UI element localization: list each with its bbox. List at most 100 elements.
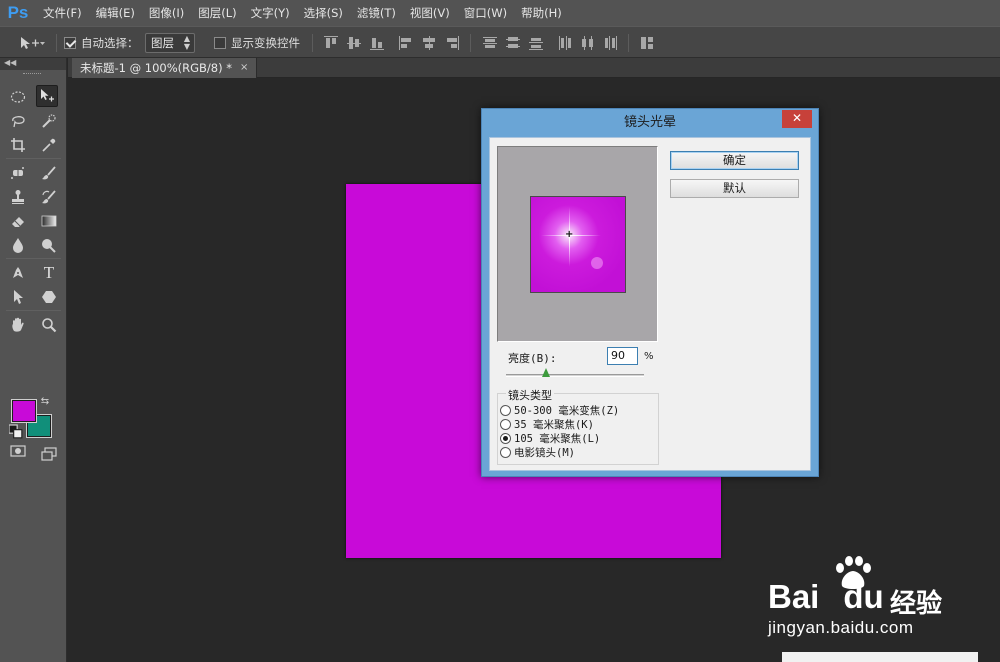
align-top-edges-icon[interactable] — [324, 36, 338, 50]
watermark-url: jingyan.baidu.com — [768, 618, 914, 637]
lens-type-radio[interactable] — [500, 447, 511, 458]
lens-type-option[interactable]: 105 毫米聚焦(L) — [500, 431, 600, 446]
spot-healing-brush-tool-icon[interactable] — [7, 162, 29, 184]
document-tab[interactable]: 未标题-1 @ 100%(RGB/8) * × — [72, 58, 258, 78]
elliptical-marquee-tool-icon[interactable] — [7, 86, 29, 108]
dialog-title[interactable]: 镜头光晕 — [482, 109, 818, 137]
screen-mode-icon[interactable] — [38, 443, 60, 465]
foreground-color-swatch[interactable] — [11, 399, 37, 423]
quick-selection-tool-icon[interactable] — [38, 110, 60, 132]
tool-divider — [6, 158, 61, 159]
eraser-tool-icon[interactable] — [7, 210, 29, 232]
tools-panel-header[interactable]: ◀◀ — [0, 58, 66, 70]
eyedropper-tool-icon[interactable] — [38, 134, 60, 156]
zoom-tool-icon[interactable] — [38, 314, 60, 336]
menu-window[interactable]: 窗口(W) — [457, 0, 514, 26]
align-bottom-edges-icon[interactable] — [370, 36, 384, 50]
pen-tool-icon[interactable] — [7, 262, 29, 284]
lens-type-option[interactable]: 35 毫米聚焦(K) — [500, 417, 594, 432]
move-tool-icon — [21, 37, 45, 49]
show-transform-checkbox[interactable] — [214, 37, 226, 49]
distribute-right-edges-icon[interactable] — [604, 36, 618, 50]
system-tray — [782, 652, 978, 662]
path-selection-tool-icon[interactable] — [7, 286, 29, 308]
ok-button[interactable]: 确定 — [670, 151, 799, 170]
lens-type-group: 镜头类型 50-300 毫米变焦(Z) 35 毫米聚焦(K) 105 毫米聚焦(… — [497, 387, 659, 465]
align-left-edges-icon[interactable] — [399, 36, 413, 50]
lens-type-label: 35 毫米聚焦(K) — [514, 419, 594, 431]
options-separator — [470, 34, 471, 52]
auto-select-checkbox[interactable] — [64, 37, 76, 49]
tools-panel: ◀◀ T ⇆ — [0, 58, 67, 662]
distribute-top-edges-icon[interactable] — [483, 36, 497, 50]
show-transform-option[interactable]: 显示变换控件 — [214, 27, 300, 59]
gradient-tool-icon[interactable] — [38, 210, 60, 232]
flare-preview-image[interactable]: + — [530, 196, 626, 293]
align-right-edges-icon[interactable] — [445, 36, 459, 50]
menu-type[interactable]: 文字(Y) — [244, 0, 297, 26]
dialog-close-button[interactable]: ✕ — [782, 110, 812, 128]
menu-filter[interactable]: 滤镜(T) — [350, 0, 403, 26]
lens-type-radio-selected[interactable] — [500, 433, 511, 444]
auto-select-label: 自动选择： — [81, 36, 139, 50]
menu-help[interactable]: 帮助(H) — [514, 0, 569, 26]
default-colors-icon[interactable] — [9, 424, 23, 439]
hand-tool-icon[interactable] — [7, 314, 29, 336]
menu-edit[interactable]: 编辑(E) — [89, 0, 142, 26]
collapse-panel-icon[interactable]: ◀◀ — [4, 58, 16, 67]
move-tool-icon[interactable] — [36, 85, 58, 107]
menu-bar: Ps 文件(F) 编辑(E) 图像(I) 图层(L) 文字(Y) 选择(S) 滤… — [0, 0, 1000, 26]
photoshop-window: Ps 文件(F) 编辑(E) 图像(I) 图层(L) 文字(Y) 选择(S) 滤… — [0, 0, 1000, 662]
distribute-horizontal-centers-icon[interactable] — [581, 36, 595, 50]
baidu-logo-text: Bai du — [768, 578, 884, 615]
type-tool-icon[interactable]: T — [38, 262, 60, 284]
options-separator — [312, 34, 313, 52]
close-tab-icon[interactable]: × — [240, 58, 248, 78]
menu-view[interactable]: 视图(V) — [403, 0, 457, 26]
menu-select[interactable]: 选择(S) — [297, 0, 350, 26]
dodge-tool-icon[interactable] — [38, 234, 60, 256]
lasso-tool-icon[interactable] — [7, 110, 29, 132]
options-separator — [628, 34, 629, 52]
lens-type-option[interactable]: 50-300 毫米变焦(Z) — [500, 403, 619, 418]
auto-align-layers-icon[interactable] — [641, 36, 655, 50]
history-brush-tool-icon[interactable] — [38, 186, 60, 208]
lens-type-legend: 镜头类型 — [506, 387, 554, 403]
menu-layer[interactable]: 图层(L) — [191, 0, 243, 26]
distribute-left-edges-icon[interactable] — [558, 36, 572, 50]
distribute-vertical-centers-icon[interactable] — [506, 36, 520, 50]
align-horizontal-centers-icon[interactable] — [422, 36, 436, 50]
jingyan-logo-text: 经验 — [890, 589, 943, 619]
default-button[interactable]: 默认 — [670, 179, 799, 198]
dialog-body: + 确定 默认 亮度(B): 90 % 镜头类型 50-300 毫米变焦(Z) … — [489, 137, 811, 471]
align-vertical-centers-icon[interactable] — [347, 36, 361, 50]
auto-select-option[interactable]: 自动选择： — [64, 27, 139, 59]
menu-image[interactable]: 图像(I) — [142, 0, 191, 26]
tool-divider — [6, 310, 61, 311]
panel-grip[interactable] — [23, 73, 41, 75]
clone-stamp-tool-icon[interactable] — [7, 186, 29, 208]
lens-type-radio[interactable] — [500, 405, 511, 416]
brightness-input[interactable]: 90 — [607, 347, 638, 365]
flare-center-crosshair-icon[interactable]: + — [565, 230, 573, 240]
menu-file[interactable]: 文件(F) — [36, 0, 89, 26]
blur-tool-icon[interactable] — [7, 234, 29, 256]
spinner-icon: ▲ ▼ — [183, 34, 190, 51]
document-tab-bar: 未标题-1 @ 100%(RGB/8) * × — [68, 58, 1000, 78]
lens-type-option[interactable]: 电影镜头(M) — [500, 445, 575, 460]
flare-preview: + — [497, 146, 658, 342]
crop-tool-icon[interactable] — [7, 134, 29, 156]
lens-type-label: 电影镜头(M) — [514, 447, 575, 459]
brightness-slider-thumb[interactable] — [542, 368, 550, 377]
auto-select-target-dropdown[interactable]: 图层 ▲ ▼ — [145, 33, 195, 53]
polygon-tool-icon[interactable] — [38, 286, 60, 308]
swap-colors-icon[interactable]: ⇆ — [38, 394, 52, 408]
brightness-label: 亮度(B): — [508, 352, 557, 365]
auto-select-target-value: 图层 — [151, 36, 174, 50]
options-bar: 自动选择： 图层 ▲ ▼ 显示变换控件 — [0, 26, 1000, 58]
distribute-bottom-edges-icon[interactable] — [529, 36, 543, 50]
tool-preset-picker[interactable] — [18, 27, 46, 59]
lens-type-radio[interactable] — [500, 419, 511, 430]
brightness-slider-track[interactable] — [506, 374, 644, 377]
brush-tool-icon[interactable] — [38, 162, 60, 184]
